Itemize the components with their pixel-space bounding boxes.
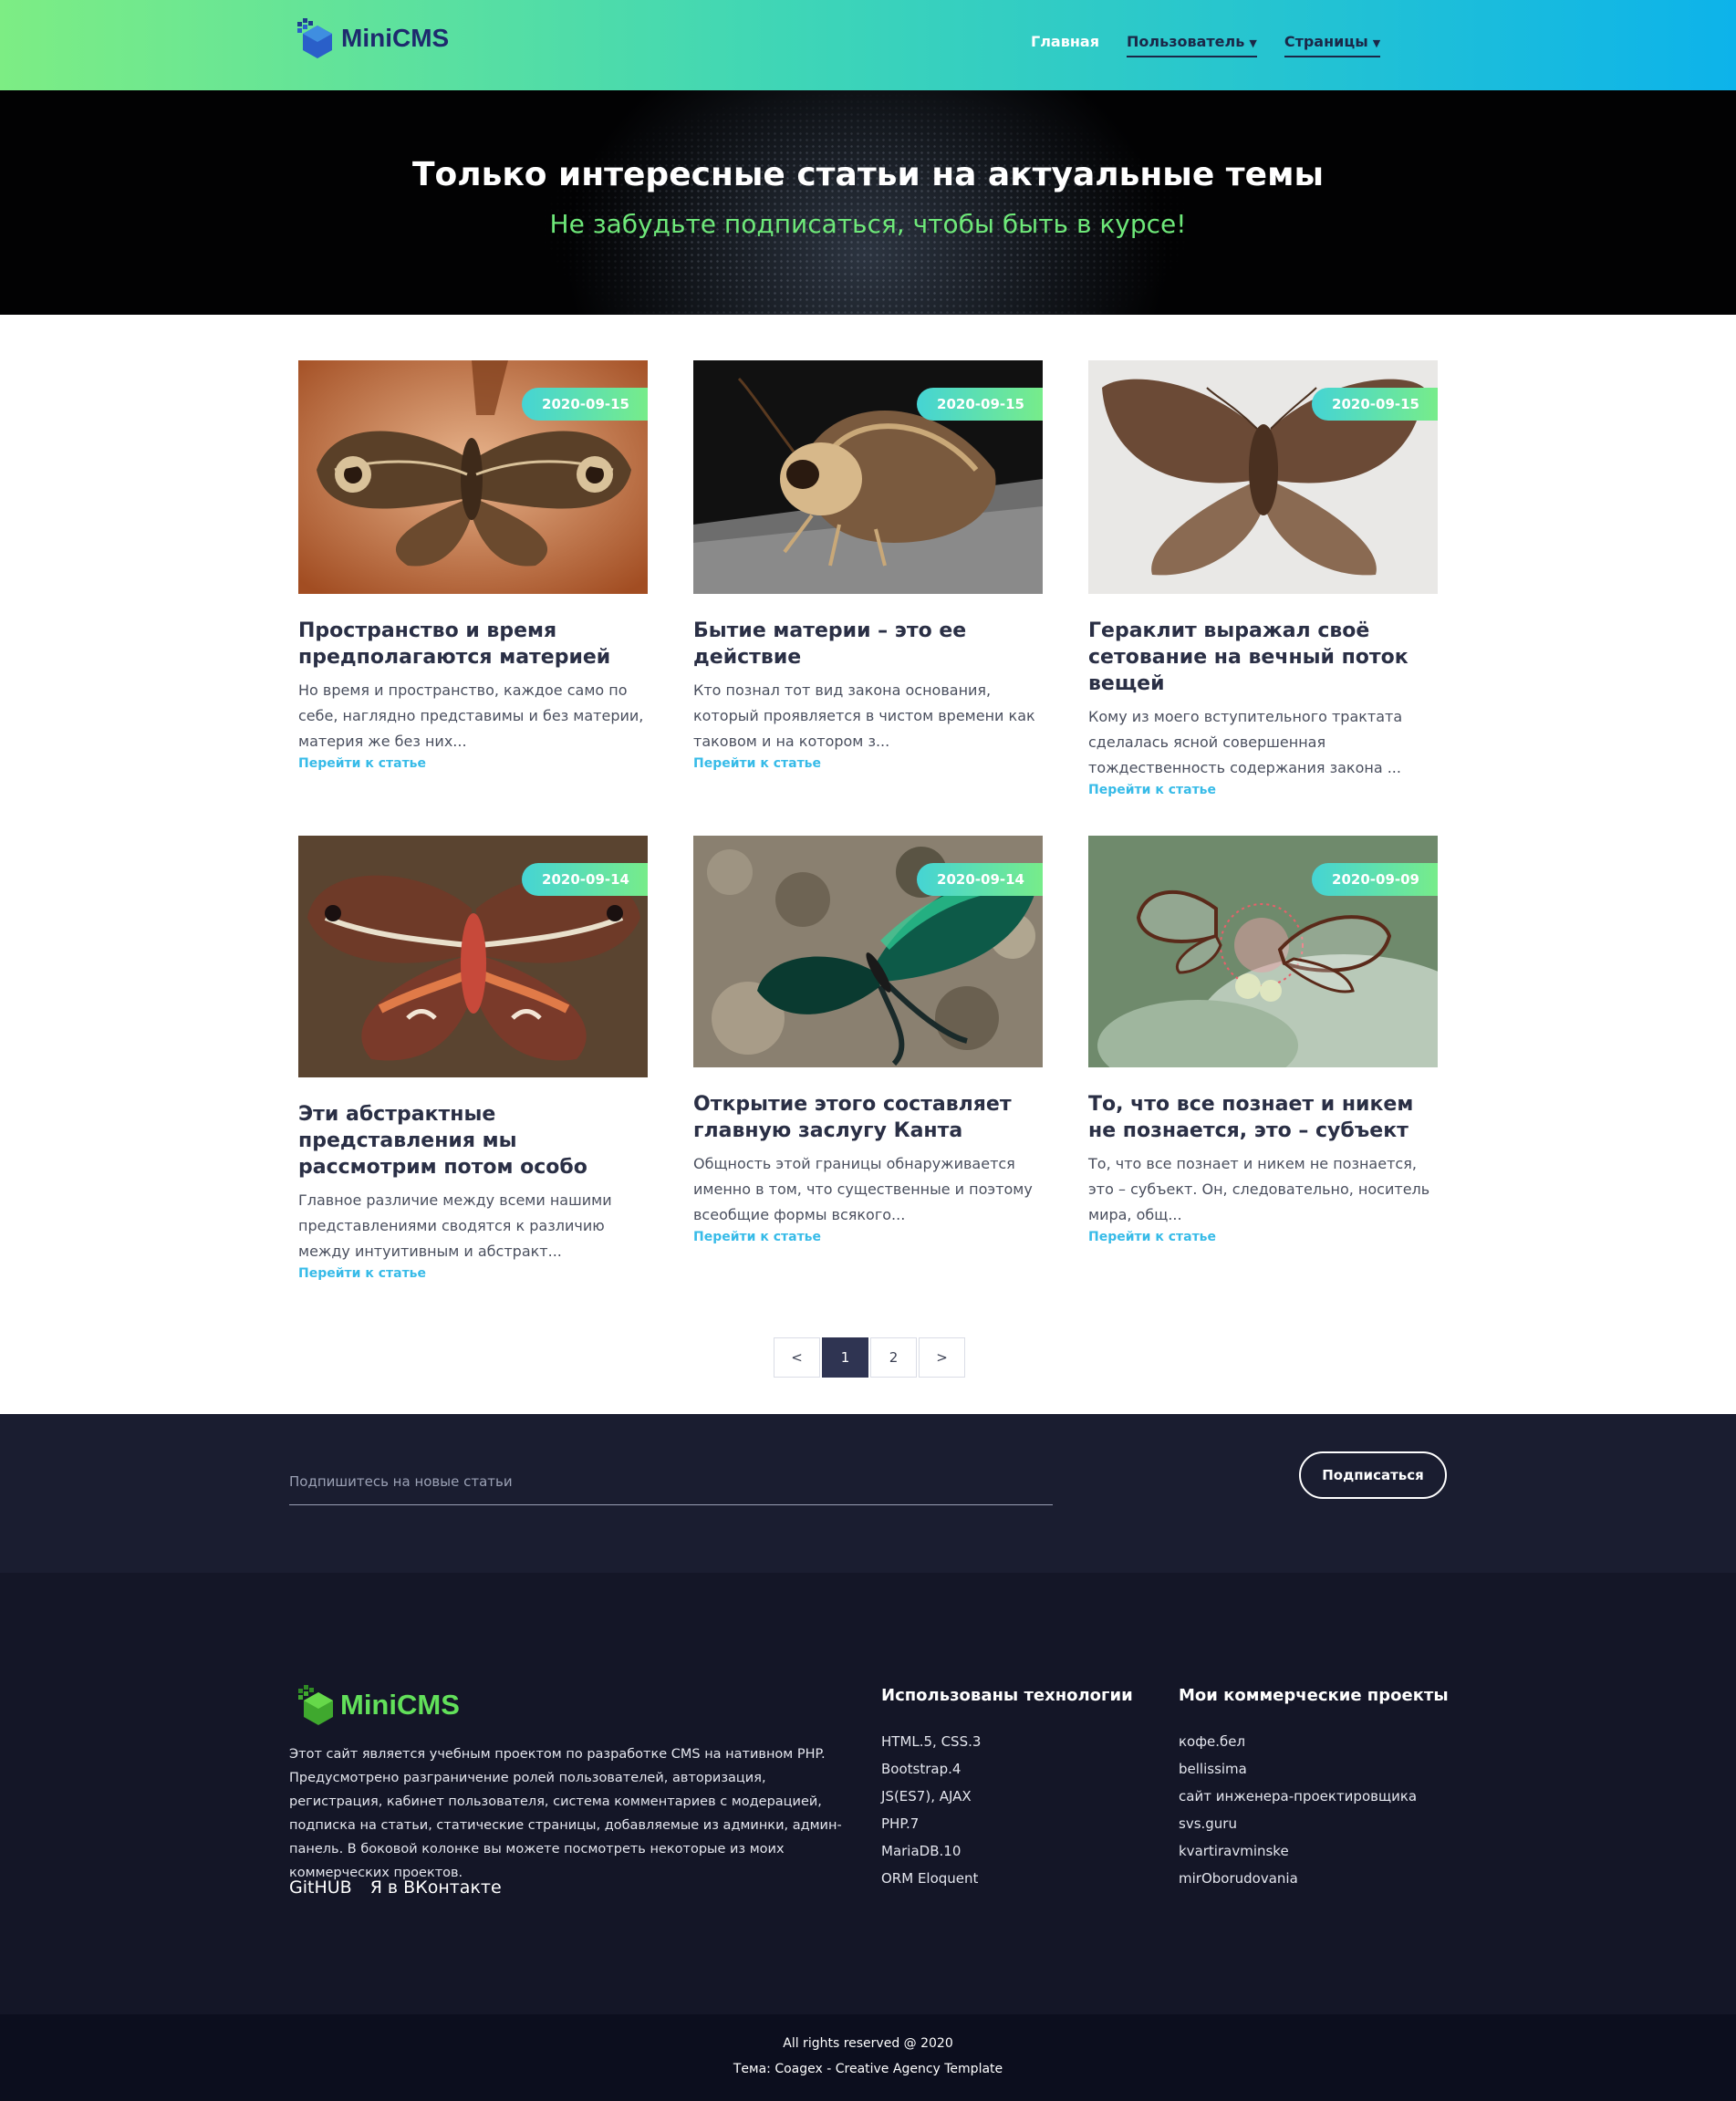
article-image[interactable]: 2020-09-14 [298,836,648,1077]
vk-link[interactable]: Я в ВКонтакте [370,1877,502,1898]
list-item: HTML.5, CSS.3 [881,1733,982,1750]
project-link[interactable]: svs.guru [1179,1810,1417,1837]
article-title[interactable]: Пространство и время предполагаются мате… [298,618,648,671]
article-card: 2020-09-14 Открытие этого составляет гла… [693,836,1043,1244]
read-more-link[interactable]: Перейти к статье [1088,1230,1438,1244]
footer-about-text: Этот сайт является учебным проектом по р… [289,1747,842,1880]
article-image[interactable]: 2020-09-15 [1088,360,1438,594]
article-excerpt: Но время и пространство, каждое само по … [298,681,644,750]
nav-pages[interactable]: Страницы ▼ [1284,33,1381,57]
github-link[interactable]: GitHUB [289,1877,352,1898]
list-item: JS(ES7), AJAX [881,1788,972,1805]
article-card: 2020-09-15 Пространство и время предпола… [298,360,648,771]
hero-subtitle: Не забудьте подписаться, чтобы быть в ку… [549,209,1187,239]
site-header: MiniCMS Главная Пользователь ▼ Страницы ▼ [0,0,1736,90]
logo-icon [297,18,332,58]
date-badge: 2020-09-14 [522,863,648,896]
nav-user[interactable]: Пользователь ▼ [1126,33,1257,57]
article-card: 2020-09-14 Эти абстрактные представления… [298,836,648,1281]
list-item: PHP.7 [881,1815,920,1832]
article-excerpt: Главное различие между всеми нашими пред… [298,1191,612,1260]
read-more-link[interactable]: Перейти к статье [693,756,1043,771]
pagination-prev[interactable]: < [774,1337,820,1378]
brand-logo[interactable]: MiniCMS [296,18,449,58]
logo-icon [298,1685,333,1725]
article-title[interactable]: Открытие этого составляет главную заслуг… [693,1091,1043,1144]
project-link[interactable]: kvartiravminske [1179,1837,1417,1865]
article-title[interactable]: Гераклит выражал своё сетование на вечны… [1088,618,1438,697]
article-excerpt: Общность этой границы обнаруживается име… [693,1155,1033,1223]
copyright-text: All rights reserved @ 2020 [783,2036,953,2051]
date-badge: 2020-09-15 [917,388,1043,421]
read-more-link[interactable]: Перейти к статье [1088,783,1438,797]
date-badge: 2020-09-14 [917,863,1043,896]
article-image[interactable]: 2020-09-14 [693,836,1043,1067]
article-title[interactable]: То, что все познает и никем не познается… [1088,1091,1438,1144]
site-footer: MiniCMS Этот сайт является учебным проек… [0,1573,1736,2014]
copyright-bar: All rights reserved @ 2020 Тема: Coagex … [0,2014,1736,2101]
tech-column-title: Использованы технологии [881,1686,1133,1705]
hero-background-pattern [401,90,1332,315]
read-more-link[interactable]: Перейти к статье [298,1266,648,1281]
input-underline [289,1504,1053,1505]
article-card: 2020-09-09 То, что все познает и никем н… [1088,836,1438,1244]
subscribe-section: Подпишитесь на новые статьи Подписаться [0,1414,1736,1573]
pagination: < 1 2 > [774,1337,965,1378]
theme-credit: Тема: Coagex - Creative Agency Template [733,2062,1003,2076]
article-title[interactable]: Эти абстрактные представления мы рассмот… [298,1101,648,1181]
project-link[interactable]: mirOborudovania [1179,1865,1417,1892]
projects-list: кофе.бел bellissima сайт инженера-проект… [1179,1728,1417,1892]
article-image[interactable]: 2020-09-15 [298,360,648,594]
date-badge: 2020-09-15 [522,388,648,421]
nav-user-label: Пользователь [1126,33,1245,50]
subscribe-button[interactable]: Подписаться [1299,1451,1447,1499]
article-title[interactable]: Бытие материи – это ее действие [693,618,1043,671]
article-card: 2020-09-15 Гераклит выражал своё сетован… [1088,360,1438,797]
list-item: ORM Eloquent [881,1870,979,1887]
pagination-next[interactable]: > [919,1337,965,1378]
tech-list: HTML.5, CSS.3 Bootstrap.4 JS(ES7), AJAX … [881,1728,981,1892]
project-link[interactable]: кофе.бел [1179,1728,1417,1755]
article-excerpt: Кому из моего вступительного трактата сд… [1088,708,1403,776]
read-more-link[interactable]: Перейти к статье [298,756,648,771]
chevron-down-icon: ▼ [1249,37,1257,49]
article-image[interactable]: 2020-09-15 [693,360,1043,594]
nav-pages-label: Страницы [1284,33,1368,50]
hero-title: Только интересные статьи на актуальные т… [411,156,1325,193]
pagination-page-2[interactable]: 2 [870,1337,917,1378]
hero-banner: Только интересные статьи на актуальные т… [0,90,1736,315]
article-card: 2020-09-15 Бытие материи – это ее действ… [693,360,1043,771]
article-image[interactable]: 2020-09-09 [1088,836,1438,1067]
subscribe-email-input[interactable]: Подпишитесь на новые статьи [289,1473,513,1490]
date-badge: 2020-09-09 [1312,863,1438,896]
chevron-down-icon: ▼ [1372,37,1381,49]
nav-home[interactable]: Главная [1031,33,1099,57]
article-excerpt: Кто познал тот вид закона основания, кот… [693,681,1035,750]
pagination-page-1[interactable]: 1 [822,1337,868,1378]
project-link[interactable]: bellissima [1179,1755,1417,1783]
project-link[interactable]: сайт инженера-проектировщика [1179,1783,1417,1810]
read-more-link[interactable]: Перейти к статье [693,1230,1043,1244]
main-nav: Главная Пользователь ▼ Страницы ▼ [1031,33,1381,57]
brand-name: MiniCMS [341,24,450,52]
list-item: Bootstrap.4 [881,1761,962,1777]
footer-brand-name: MiniCMS [340,1689,460,1721]
date-badge: 2020-09-15 [1312,388,1438,421]
list-item: MariaDB.10 [881,1843,962,1859]
footer-logo[interactable]: MiniCMS [296,1685,460,1725]
footer-social-links: GitHUB Я в ВКонтакте [289,1877,502,1898]
article-excerpt: То, что все познает и никем не познается… [1088,1155,1430,1223]
projects-column-title: Мои коммерческие проекты [1179,1686,1449,1705]
